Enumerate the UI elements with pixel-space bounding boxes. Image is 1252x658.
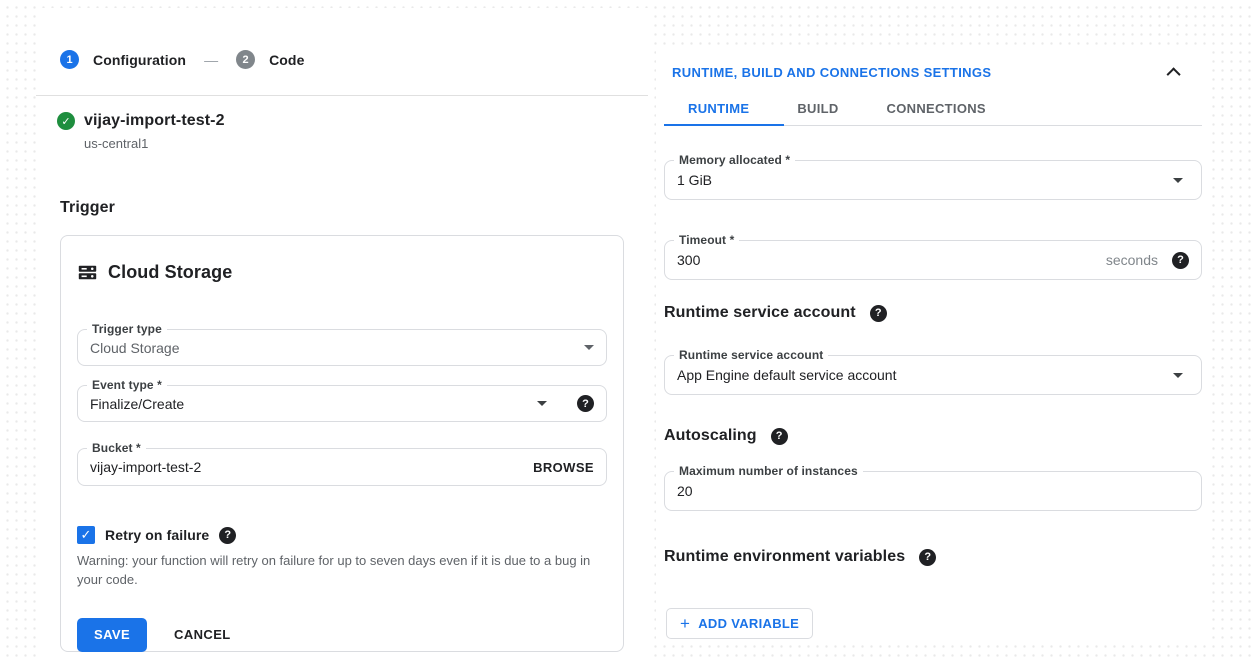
help-icon[interactable]: ?: [1172, 252, 1189, 269]
stepper: 1 Configuration — 2 Code: [60, 50, 624, 69]
retry-label[interactable]: Retry on failure: [105, 527, 209, 543]
help-icon[interactable]: ?: [771, 428, 788, 445]
tab-runtime[interactable]: RUNTIME: [664, 101, 773, 125]
plus-icon: +: [680, 615, 690, 632]
timeout-label: Timeout *: [674, 233, 739, 247]
retry-warning-text: Warning: your function will retry on fai…: [77, 552, 607, 590]
service-account-section-title: Runtime service account: [664, 304, 856, 322]
step-2-label[interactable]: Code: [269, 52, 304, 68]
step-1-label[interactable]: Configuration: [93, 52, 186, 68]
settings-tabs: RUNTIME BUILD CONNECTIONS: [664, 101, 1202, 126]
timeout-field: Timeout * seconds ?: [664, 240, 1202, 280]
service-account-value: App Engine default service account: [677, 367, 1173, 383]
trigger-card: Cloud Storage Trigger type Cloud Storage…: [60, 235, 624, 652]
event-type-value: Finalize/Create: [90, 396, 537, 412]
service-account-label: Runtime service account: [674, 348, 828, 362]
chevron-down-icon: [584, 345, 594, 350]
active-tab-underline: [664, 124, 784, 126]
timeout-input[interactable]: [677, 252, 1106, 268]
step-separator: —: [204, 52, 218, 68]
cancel-button[interactable]: CANCEL: [174, 618, 231, 652]
trigger-type-select[interactable]: Trigger type Cloud Storage: [77, 329, 607, 366]
check-circle-icon: ✓: [57, 112, 75, 130]
tab-build[interactable]: BUILD: [773, 101, 862, 125]
memory-allocated-select[interactable]: Memory allocated * 1 GiB: [664, 160, 1202, 200]
max-instances-label: Maximum number of instances: [674, 464, 863, 478]
bucket-field: Bucket * BROWSE: [77, 448, 607, 486]
chevron-down-icon: [1173, 178, 1183, 183]
help-icon[interactable]: ?: [219, 527, 236, 544]
save-button[interactable]: SAVE: [77, 618, 147, 652]
chevron-up-icon[interactable]: [1167, 67, 1181, 81]
retry-checkbox[interactable]: ✓: [77, 526, 95, 544]
add-variable-button[interactable]: + ADD VARIABLE: [666, 608, 813, 639]
env-vars-section-title: Runtime environment variables: [664, 548, 905, 566]
memory-allocated-value: 1 GiB: [677, 172, 1173, 188]
service-account-select[interactable]: Runtime service account App Engine defau…: [664, 355, 1202, 395]
event-type-select[interactable]: Event type * Finalize/Create ?: [77, 385, 607, 422]
max-instances-input[interactable]: [677, 483, 1189, 499]
tab-connections[interactable]: CONNECTIONS: [863, 101, 1010, 125]
max-instances-field: Maximum number of instances: [664, 471, 1202, 511]
function-name: vijay-import-test-2: [84, 112, 225, 130]
function-region: us-central1: [84, 136, 624, 151]
bucket-label: Bucket *: [87, 441, 146, 455]
trigger-type-value: Cloud Storage: [90, 340, 584, 356]
configuration-panel: 1 Configuration — 2 Code ✓ vijay-import-…: [36, 8, 648, 658]
trigger-section-title: Trigger: [60, 199, 624, 217]
chevron-down-icon: [537, 401, 547, 406]
step-2-indicator[interactable]: 2: [236, 50, 255, 69]
help-icon[interactable]: ?: [577, 395, 594, 412]
cloud-storage-icon: [77, 263, 98, 282]
event-type-label: Event type *: [87, 378, 167, 392]
divider: [36, 95, 648, 96]
add-variable-label: ADD VARIABLE: [698, 616, 799, 631]
help-icon[interactable]: ?: [870, 305, 887, 322]
help-icon[interactable]: ?: [919, 549, 936, 566]
autoscaling-section-title: Autoscaling: [664, 427, 757, 445]
chevron-down-icon: [1173, 373, 1183, 378]
bucket-input[interactable]: [90, 459, 533, 475]
trigger-type-label: Trigger type: [87, 322, 167, 336]
trigger-card-title: Cloud Storage: [108, 262, 232, 283]
timeout-suffix: seconds: [1106, 252, 1158, 268]
runtime-settings-panel: RUNTIME, BUILD AND CONNECTIONS SETTINGS …: [656, 48, 1210, 643]
browse-button[interactable]: BROWSE: [533, 460, 594, 475]
memory-allocated-label: Memory allocated *: [674, 153, 795, 167]
settings-expander-link[interactable]: RUNTIME, BUILD AND CONNECTIONS SETTINGS: [672, 65, 991, 80]
step-1-indicator[interactable]: 1: [60, 50, 79, 69]
